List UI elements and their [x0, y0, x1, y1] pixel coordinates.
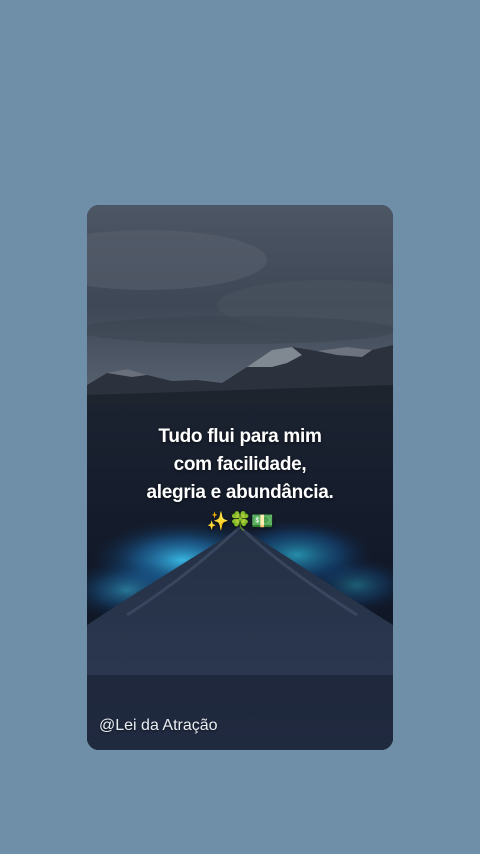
quote-line-3: alegria e abundância.	[146, 482, 334, 503]
quote-line-1: Tudo flui para mim	[158, 426, 322, 447]
affirmation-text: Tudo flui para mim com facilidade, alegr…	[87, 423, 393, 534]
emoji-row: ✨🍀💵	[206, 511, 274, 531]
quote-line-2: com facilidade,	[173, 454, 307, 475]
video-card[interactable]: Tudo flui para mim com facilidade, alegr…	[87, 205, 393, 750]
watermark-handle: @Lei da Atração	[99, 717, 218, 734]
